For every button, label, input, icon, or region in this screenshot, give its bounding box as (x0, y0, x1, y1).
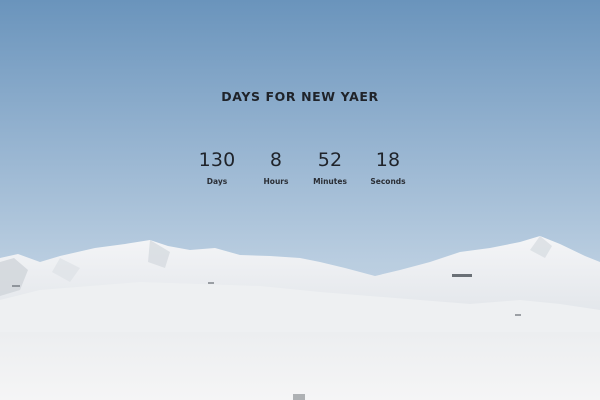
countdown-seconds: 18 Seconds (353, 148, 423, 186)
countdown-seconds-value: 18 (375, 149, 401, 171)
countdown-timer: 130 Days 8 Hours 52 Minutes 18 Seconds (0, 148, 600, 198)
background-landscape-image (0, 0, 600, 400)
scroll-down-tab[interactable] (293, 394, 305, 400)
countdown-seconds-label: Seconds (370, 177, 406, 186)
page-title: DAYS FOR NEW YAER (221, 89, 379, 104)
